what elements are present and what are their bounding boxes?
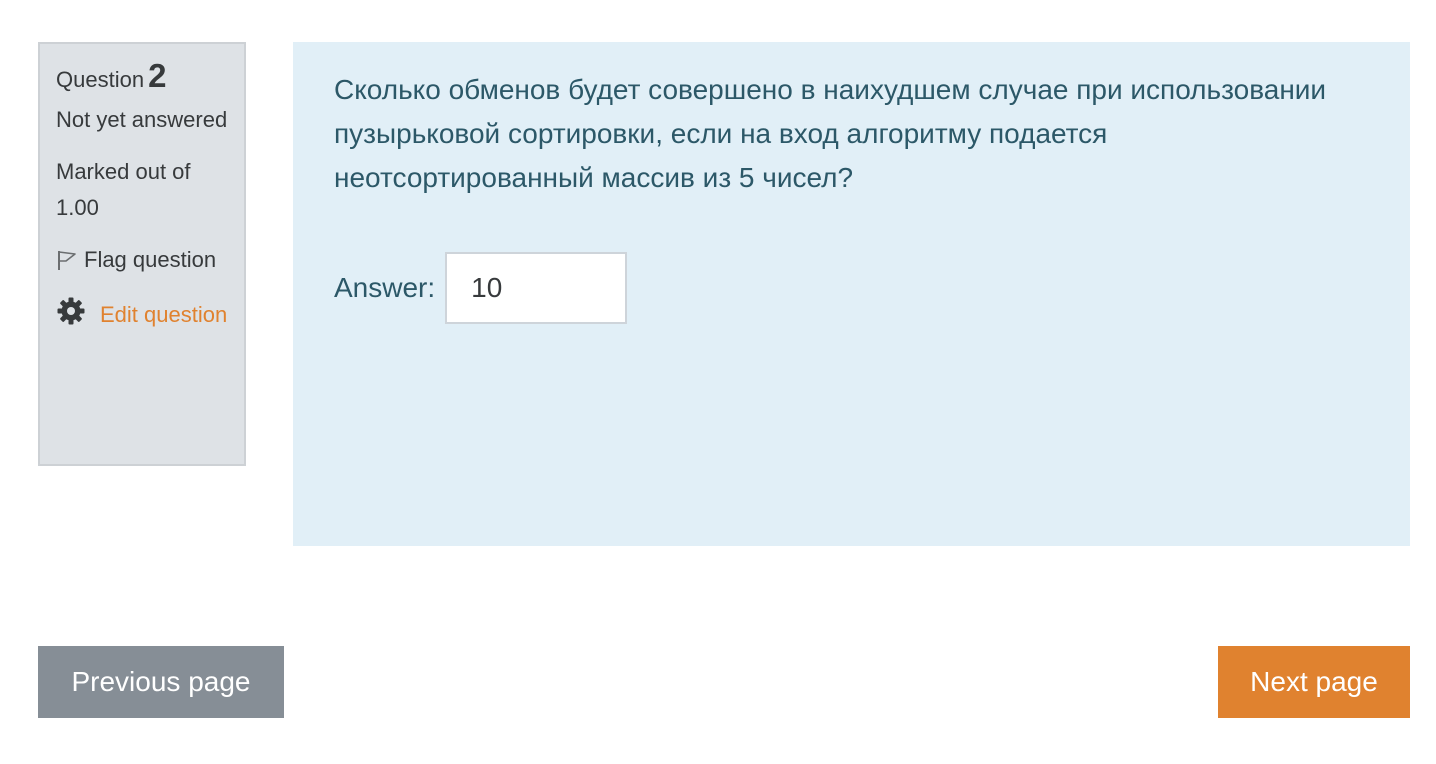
quiz-page: Question 2 Not yet answered Marked out of… [0,0,1436,764]
previous-page-button[interactable]: Previous page [38,646,284,718]
gear-icon [56,296,86,326]
edit-question-label: Edit question [100,302,228,327]
edit-question-link[interactable]: Edit question [56,296,228,333]
question-info-panel: Question 2 Not yet answered Marked out of… [38,42,246,466]
question-grade: Marked out of 1.00 [56,159,191,220]
flag-question-link[interactable]: Flag question [56,242,228,278]
question-heading: Question 2 [56,56,228,100]
flag-icon [56,246,78,270]
question-number: 2 [148,57,167,94]
next-page-button[interactable]: Next page [1218,646,1410,718]
answer-row: Answer: [334,252,628,324]
question-text: Сколько обменов будет совершено в наихуд… [334,74,1327,193]
question-label: Question [56,67,145,92]
answer-label: Answer: [334,272,436,303]
question-state: Not yet answered [56,107,228,132]
question-content: Сколько обменов будет совершено в наихуд… [293,42,1410,546]
answer-input[interactable] [445,252,628,324]
flag-question-label: Flag question [84,247,217,272]
